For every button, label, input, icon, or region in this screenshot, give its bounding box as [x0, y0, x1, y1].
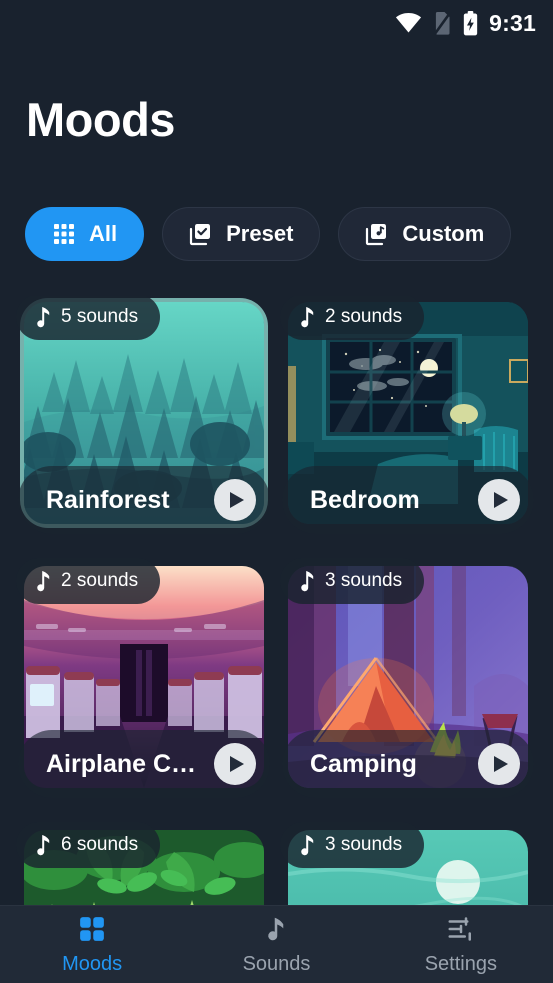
bottom-navigation: Moods Sounds Settings — [0, 905, 553, 983]
page-title: Moods — [26, 93, 175, 146]
no-sim-icon — [433, 11, 453, 35]
music-note-icon — [298, 834, 315, 856]
sound-count-badge: 3 sounds — [280, 558, 425, 604]
status-bar: 9:31 — [0, 0, 553, 46]
nav-item-sounds[interactable]: Sounds — [184, 906, 368, 983]
sound-count-badge: 6 sounds — [16, 822, 161, 868]
app-screen: 9:31 Moods All Preset Custom 5 sounds Ra… — [0, 0, 553, 983]
play-icon[interactable] — [214, 479, 256, 521]
music-note-icon — [34, 306, 51, 328]
sound-count-badge: 2 sounds — [280, 296, 425, 340]
filter-chip-custom[interactable]: Custom — [338, 207, 512, 261]
sound-count-badge: 5 sounds — [16, 296, 161, 340]
sliders-icon — [446, 914, 476, 944]
music-note-icon — [298, 570, 315, 592]
nav-item-label: Settings — [424, 952, 497, 975]
sound-count-badge: 3 sounds — [280, 822, 425, 868]
grid-icon — [77, 914, 107, 944]
sound-count-label: 5 sounds — [61, 306, 139, 327]
nav-item-settings[interactable]: Settings — [369, 906, 553, 983]
music-note-icon — [298, 306, 315, 328]
filter-chip-label: Custom — [402, 221, 485, 246]
mood-card-rainforest[interactable]: 5 sounds Rainforest — [16, 296, 270, 534]
play-icon[interactable] — [214, 743, 256, 785]
filter-chip-preset[interactable]: Preset — [162, 207, 321, 261]
nav-item-label: Sounds — [242, 952, 311, 975]
mood-card-camping[interactable]: 3 sounds Camping — [280, 558, 534, 798]
mood-title: Bedroom — [310, 485, 420, 514]
wifi-icon — [395, 13, 422, 33]
mood-grid: 5 sounds Rainforest 2 sounds Bedroom 2 s… — [0, 296, 553, 906]
nav-item-label: Moods — [62, 952, 123, 975]
sound-count-label: 2 sounds — [325, 306, 403, 327]
library-music-icon — [365, 222, 389, 246]
sound-count-label: 6 sounds — [61, 834, 139, 855]
mood-title-bar: Airplane C… — [18, 730, 270, 798]
mood-title: Camping — [310, 749, 417, 778]
mood-title-bar: Bedroom — [282, 466, 534, 534]
filter-chip-group: All Preset Custom — [25, 207, 512, 261]
filter-chip-label: All — [89, 221, 118, 246]
mood-title-bar: Rainforest — [18, 466, 270, 534]
play-icon[interactable] — [478, 479, 520, 521]
music-note-icon — [261, 914, 291, 944]
grid-icon — [52, 222, 76, 246]
battery-charging-icon — [463, 10, 478, 36]
music-note-icon — [34, 570, 51, 592]
filter-chip-all[interactable]: All — [25, 207, 145, 261]
library-check-icon — [189, 222, 213, 246]
filter-chip-label: Preset — [226, 221, 294, 246]
play-icon[interactable] — [478, 743, 520, 785]
mood-card-jungle[interactable]: 6 sounds — [16, 822, 264, 906]
mood-card-airplane[interactable]: 2 sounds Airplane C… — [16, 558, 270, 798]
nav-item-moods[interactable]: Moods — [0, 906, 184, 983]
mood-title: Rainforest — [46, 485, 170, 514]
mood-title-bar: Camping — [282, 730, 534, 798]
sound-count-label: 3 sounds — [325, 834, 403, 855]
sound-count-label: 3 sounds — [325, 570, 403, 591]
mood-card-bedroom[interactable]: 2 sounds Bedroom — [280, 296, 534, 534]
status-bar-time: 9:31 — [489, 9, 536, 36]
sound-count-badge: 2 sounds — [16, 558, 161, 604]
sound-count-label: 2 sounds — [61, 570, 139, 591]
music-note-icon — [34, 834, 51, 856]
mood-card-sky[interactable]: 3 sounds — [280, 822, 528, 906]
mood-title: Airplane C… — [46, 749, 197, 778]
